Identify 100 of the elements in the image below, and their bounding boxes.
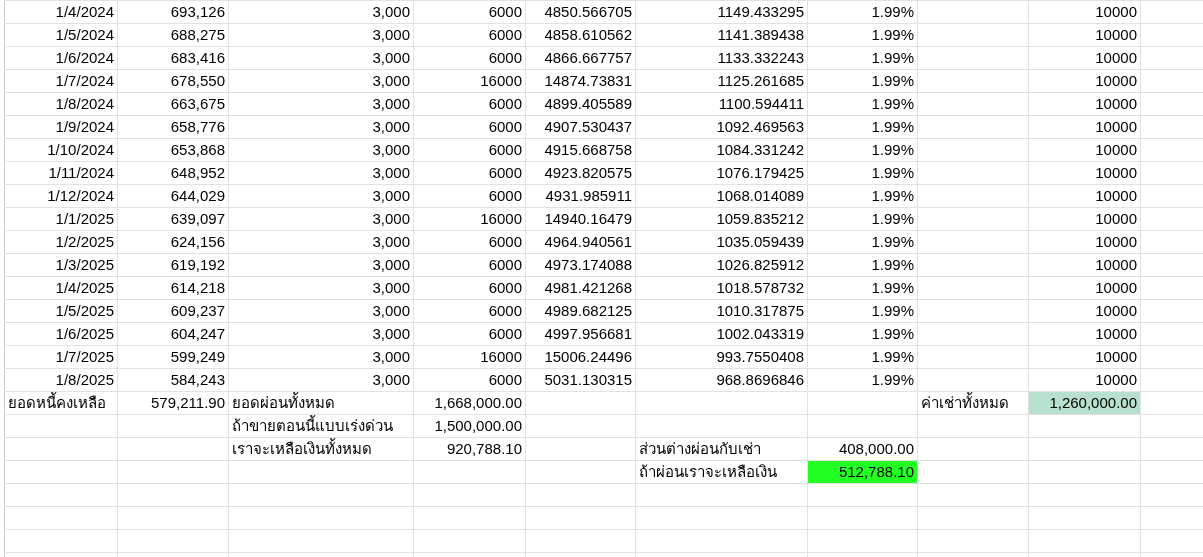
table-cell: ส่วนต่างผ่อนกับเช่า xyxy=(635,437,808,461)
table-cell: 3,000 xyxy=(228,184,414,208)
table-cell: 6000 xyxy=(413,276,526,300)
table-cell: ค่าเช่าทั้งหมด xyxy=(917,391,1029,415)
table-cell: 4989.682125 xyxy=(525,299,636,323)
table-cell: 1149.433295 xyxy=(635,0,808,24)
table-cell: 3,000 xyxy=(228,115,414,139)
table-cell: 604,247 xyxy=(117,322,229,346)
table-cell: 1/6/2025 xyxy=(4,322,118,346)
table-cell: 1/4/2024 xyxy=(4,0,118,24)
table-cell: 4973.174088 xyxy=(525,253,636,277)
table-cell: 4915.668758 xyxy=(525,138,636,162)
table-cell: 1/12/2024 xyxy=(4,184,118,208)
table-cell: 1/5/2025 xyxy=(4,299,118,323)
table-cell: 1068.014089 xyxy=(635,184,808,208)
table-cell: 1141.389438 xyxy=(635,23,808,47)
table-cell: 609,237 xyxy=(117,299,229,323)
table-cell: 4907.530437 xyxy=(525,115,636,139)
table-cell: 1.99% xyxy=(807,69,918,93)
table-cell: 6000 xyxy=(413,184,526,208)
table-cell: 639,097 xyxy=(117,207,229,231)
table-cell: 1.99% xyxy=(807,253,918,277)
table-cell: 10000 xyxy=(1028,46,1141,70)
table-cell: 16000 xyxy=(413,69,526,93)
table-cell: 1/9/2024 xyxy=(4,115,118,139)
table-cell: 1/4/2025 xyxy=(4,276,118,300)
table-cell: ถ้าขายตอนนี้แบบเร่งด่วน xyxy=(228,414,414,438)
table-cell: 1076.179425 xyxy=(635,161,808,185)
table-cell: 512,788.10 xyxy=(807,460,918,484)
table-cell: 1.99% xyxy=(807,207,918,231)
table-cell: 1026.825912 xyxy=(635,253,808,277)
table-cell: 10000 xyxy=(1028,184,1141,208)
table-cell: ยอดผ่อนทั้งหมด xyxy=(228,391,414,415)
table-cell: 920,788.10 xyxy=(413,437,526,461)
table-cell: 10000 xyxy=(1028,368,1141,392)
table-cell: 16000 xyxy=(413,345,526,369)
table-cell: 678,550 xyxy=(117,69,229,93)
table-cell: 6000 xyxy=(413,230,526,254)
table-cell: 4866.667757 xyxy=(525,46,636,70)
table-cell: เราจะเหลือเงินทั้งหมด xyxy=(228,437,414,461)
table-cell: 614,218 xyxy=(117,276,229,300)
table-cell: 3,000 xyxy=(228,138,414,162)
table-cell: 3,000 xyxy=(228,299,414,323)
table-cell: 15006.24496 xyxy=(525,345,636,369)
table-cell: 10000 xyxy=(1028,299,1141,323)
table-cell: 599,249 xyxy=(117,345,229,369)
table-cell: 1125.261685 xyxy=(635,69,808,93)
table-cell: 968.8696846 xyxy=(635,368,808,392)
table-cell: 1/11/2024 xyxy=(4,161,118,185)
table-cell: 4850.566705 xyxy=(525,0,636,24)
table-cell: 4981.421268 xyxy=(525,276,636,300)
table-cell: 579,211.90 xyxy=(117,391,229,415)
table-cell: 6000 xyxy=(413,23,526,47)
table-cell: 14940.16479 xyxy=(525,207,636,231)
table-cell: 10000 xyxy=(1028,161,1141,185)
table-cell: 10000 xyxy=(1028,0,1141,24)
table-cell: 16000 xyxy=(413,207,526,231)
table-cell: 1,668,000.00 xyxy=(413,391,526,415)
table-cell: 1.99% xyxy=(807,276,918,300)
table-cell: 993.7550408 xyxy=(635,345,808,369)
table-cell: 4931.985911 xyxy=(525,184,636,208)
table-cell: 10000 xyxy=(1028,23,1141,47)
table-cell: ยอดหนี้คงเหลือ xyxy=(4,391,118,415)
table-cell: 3,000 xyxy=(228,92,414,116)
table-cell: 1/2/2025 xyxy=(4,230,118,254)
table-cell: 1/8/2025 xyxy=(4,368,118,392)
table-cell: 1.99% xyxy=(807,92,918,116)
table-cell: 1/7/2024 xyxy=(4,69,118,93)
table-cell: 1/5/2024 xyxy=(4,23,118,47)
table-cell: 4997.956681 xyxy=(525,322,636,346)
table-cell: 1.99% xyxy=(807,138,918,162)
table-cell: 4858.610562 xyxy=(525,23,636,47)
table-cell: 1084.331242 xyxy=(635,138,808,162)
table-cell: 1010.317875 xyxy=(635,299,808,323)
table-cell: 10000 xyxy=(1028,92,1141,116)
table-cell: 1/1/2025 xyxy=(4,207,118,231)
table-cell: 4899.405589 xyxy=(525,92,636,116)
table-cell: 3,000 xyxy=(228,322,414,346)
table-cell: 1018.578732 xyxy=(635,276,808,300)
table-cell: 3,000 xyxy=(228,276,414,300)
table-cell: 6000 xyxy=(413,92,526,116)
table-cell: 1.99% xyxy=(807,23,918,47)
table-cell: 1.99% xyxy=(807,368,918,392)
table-cell: 14874.73831 xyxy=(525,69,636,93)
table-cell: 1,260,000.00 xyxy=(1028,391,1141,415)
table-cell: 1/3/2025 xyxy=(4,253,118,277)
table-cell: 1.99% xyxy=(807,299,918,323)
table-cell: 619,192 xyxy=(117,253,229,277)
table-cell: 1.99% xyxy=(807,0,918,24)
table-cell: 3,000 xyxy=(228,23,414,47)
table-cell: 4923.820575 xyxy=(525,161,636,185)
table-cell: 6000 xyxy=(413,299,526,323)
table-cell: 1059.835212 xyxy=(635,207,808,231)
table-cell: 1092.469563 xyxy=(635,115,808,139)
table-cell: 688,275 xyxy=(117,23,229,47)
table-cell: 693,126 xyxy=(117,0,229,24)
table-cell: 1/8/2024 xyxy=(4,92,118,116)
table-cell: 10000 xyxy=(1028,230,1141,254)
table-cell: 3,000 xyxy=(228,253,414,277)
table-cell: 1133.332243 xyxy=(635,46,808,70)
